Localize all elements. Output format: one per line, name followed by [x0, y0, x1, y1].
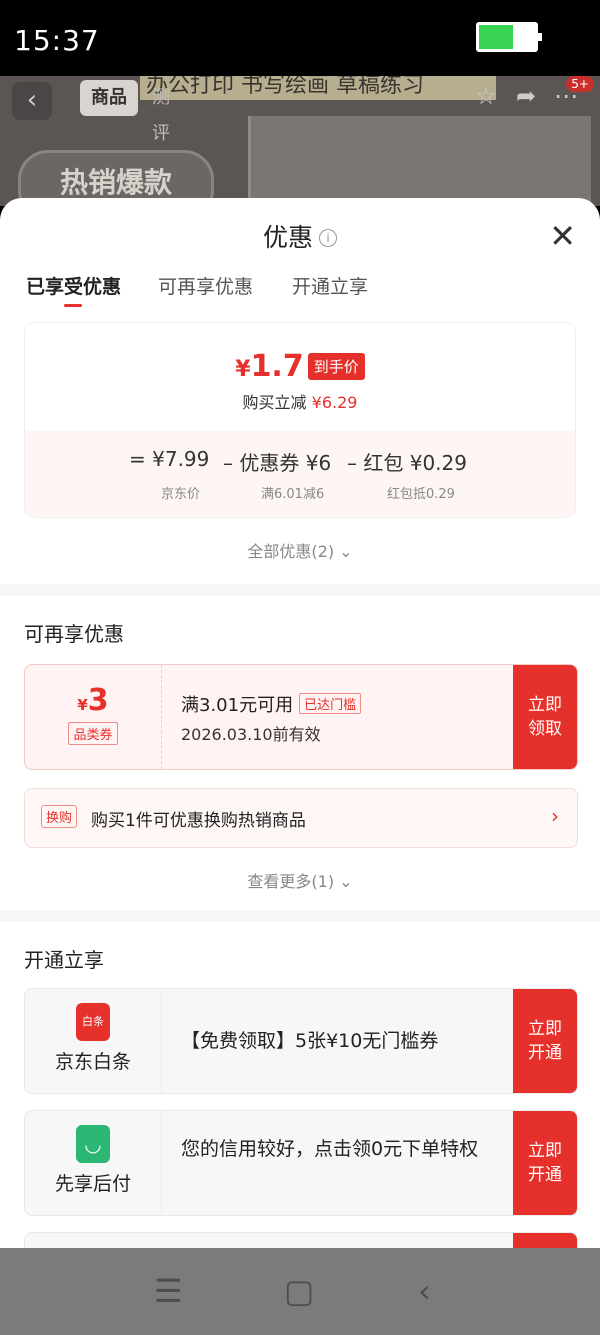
tab-open-enjoy[interactable]: 开通立享	[292, 272, 368, 299]
breakdown-redpacket: – 红包 ¥0.29	[347, 451, 467, 475]
tab-review[interactable]: 测评	[152, 80, 170, 144]
partial-card	[24, 1232, 578, 1248]
star-icon[interactable]: ☆	[466, 82, 506, 110]
status-bar: 15:37	[0, 0, 600, 76]
sheet-title: 优惠 i	[0, 218, 600, 254]
final-price: ¥1.7	[235, 349, 304, 384]
breakdown-coupon-label: 满6.01减6	[261, 487, 325, 502]
price-reduction: 购买立减 ¥6.29	[242, 393, 358, 412]
pay-later-card: ◡ 先享后付 您的信用较好，点击领0元下单特权 立即 开通	[24, 1110, 578, 1216]
baitiao-icon: 白条	[76, 1003, 110, 1041]
battery-icon	[476, 22, 542, 52]
service-name: 先享后付	[54, 1173, 131, 1195]
all-discounts-link[interactable]: 全部优惠(2) ⌄	[0, 538, 600, 562]
service-description: 【免费领取】5张¥10无门槛券	[181, 1030, 439, 1052]
system-nav-bar: ☰ ▢ ‹	[0, 1248, 600, 1335]
service-name: 京东白条	[54, 1051, 131, 1073]
background-product-page: ‹ 办公打印 书写绘画 草稿练习 商品 测评 ☆ ➦ ⋯ 5+ 热销爆款	[0, 76, 600, 206]
partial-action-button[interactable]	[513, 1233, 577, 1248]
open-pay-later-button[interactable]: 立即 开通	[513, 1111, 577, 1215]
chevron-right-icon: ›	[551, 804, 559, 828]
shopping-bag-icon: ◡	[76, 1125, 110, 1163]
threshold-badge: 已达门槛	[299, 693, 362, 714]
breakdown-jd-price: = ¥7.99	[129, 447, 210, 471]
discount-sheet: 优惠 i ✕ 已享受优惠 可再享优惠 开通立享 ¥1.7 到手价 购买立减 ¥6.2…	[0, 198, 600, 1248]
status-time: 15:37	[14, 24, 100, 57]
back-icon[interactable]: ‹	[12, 82, 52, 120]
menu-icon[interactable]: ☰	[154, 1272, 183, 1310]
swap-text: 购买1件可优惠换购热销商品	[91, 811, 306, 831]
category-coupon: ¥3 品类券 满3.01元可用 已达门槛 2026.03.10前有效 立即 领取	[24, 664, 578, 770]
back-nav-icon[interactable]: ‹	[418, 1272, 431, 1310]
more-discounts-title: 可再享优惠	[24, 622, 124, 646]
info-icon[interactable]: i	[319, 229, 337, 247]
tab-enjoyed[interactable]: 已享受优惠	[26, 272, 121, 299]
price-card: ¥1.7 到手价 购买立减 ¥6.29 = ¥7.99 京东价 – 优惠券 ¥6 …	[24, 322, 576, 518]
open-enjoy-title: 开通立享	[24, 948, 104, 972]
final-price-tag: 到手价	[307, 353, 365, 380]
coupon-amount: ¥3	[77, 683, 109, 718]
coupon-type-badge: 品类券	[68, 722, 118, 745]
chevron-down-icon: ⌄	[339, 872, 353, 891]
service-description: 您的信用较好，点击领0元下单特权	[181, 1138, 479, 1160]
swap-tag: 换购	[41, 805, 78, 828]
cart-badge: 5+	[566, 76, 594, 92]
tab-more-discounts[interactable]: 可再享优惠	[158, 272, 253, 299]
coupon-expiry: 2026.03.10前有效	[181, 725, 321, 744]
breakdown-redpacket-label: 红包抵0.29	[387, 487, 455, 502]
open-baitiao-button[interactable]: 立即 开通	[513, 989, 577, 1093]
product-banner-text: 办公打印 书写绘画 草稿练习	[140, 76, 496, 100]
swap-purchase-row[interactable]: 换购 购买1件可优惠换购热销商品 ›	[24, 788, 578, 848]
coupon-condition: 满3.01元可用 已达门槛	[181, 691, 362, 717]
price-breakdown: = ¥7.99 京东价 – 优惠券 ¥6 满6.01减6 – 红包 ¥0.29 …	[25, 431, 575, 517]
section-divider	[0, 584, 600, 596]
sheet-title-text: 优惠	[262, 223, 313, 252]
active-tab-underline	[64, 304, 82, 307]
home-icon[interactable]: ▢	[284, 1272, 314, 1310]
share-icon[interactable]: ➦	[506, 82, 546, 110]
breakdown-coupon: – 优惠券 ¥6	[223, 451, 332, 475]
breakdown-jd-price-label: 京东价	[161, 487, 201, 502]
close-icon[interactable]: ✕	[549, 220, 576, 252]
section-divider	[0, 910, 600, 922]
tab-product[interactable]: 商品	[80, 80, 138, 116]
chevron-down-icon: ⌄	[339, 542, 353, 561]
claim-coupon-button[interactable]: 立即 领取	[513, 665, 577, 769]
view-more-link[interactable]: 查看更多(1) ⌄	[0, 868, 600, 892]
product-image	[248, 116, 591, 206]
jd-baitiao-card: 白条 京东白条 【免费领取】5张¥10无门槛券 立即 开通	[24, 988, 578, 1094]
